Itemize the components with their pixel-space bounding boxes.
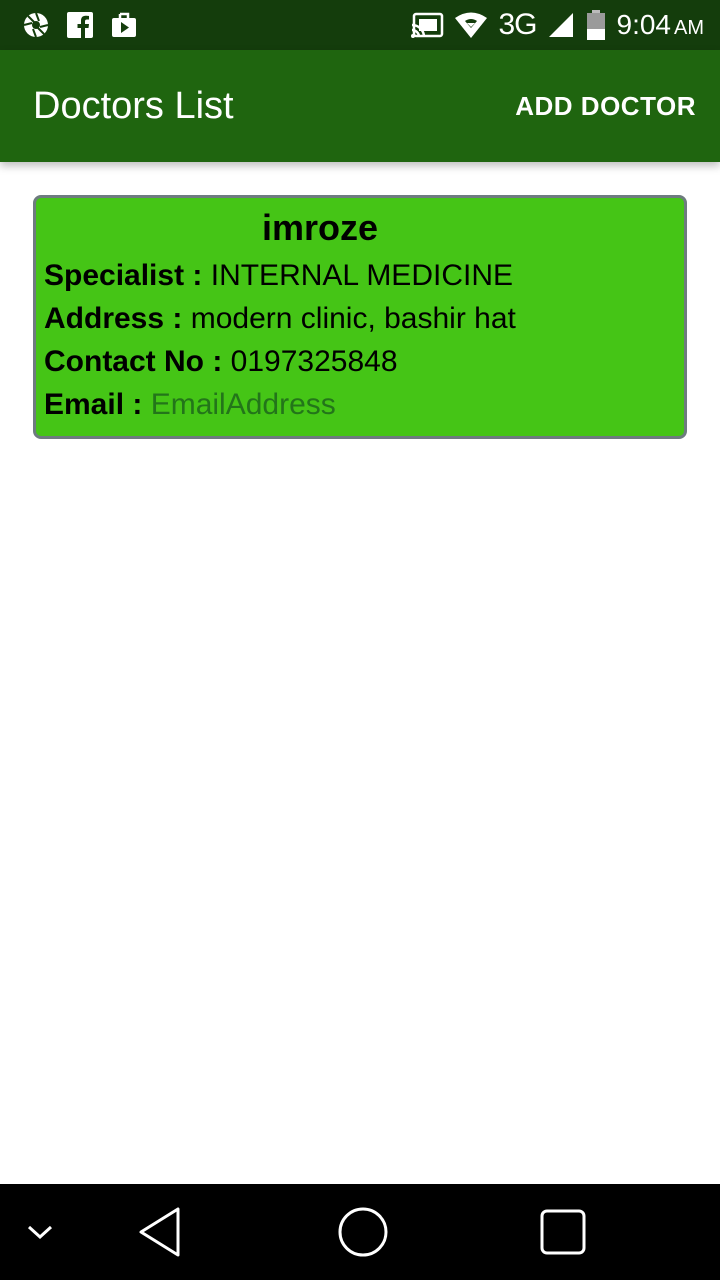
doctor-card[interactable]: imroze Specialist : INTERNAL MEDICINE Ad… — [33, 195, 687, 439]
address-row: Address : modern clinic, bashir hat — [44, 297, 676, 340]
contact-row: Contact No : 0197325848 — [44, 340, 676, 383]
shutter-icon — [22, 11, 50, 39]
add-doctor-button[interactable]: ADD DOCTOR — [515, 91, 720, 122]
contact-value: 0197325848 — [230, 344, 398, 378]
clock-time: 9:04 — [616, 9, 672, 40]
chevron-down-icon — [26, 1223, 54, 1241]
status-icons-right: 3G 9:04 AM — [410, 8, 720, 42]
app-bar: Doctors List ADD DOCTOR — [0, 50, 720, 162]
signal-icon — [547, 11, 575, 39]
clock-ampm: AM — [674, 17, 704, 39]
specialist-row: Specialist : INTERNAL MEDICINE — [44, 254, 676, 297]
specialist-value: INTERNAL MEDICINE — [210, 258, 513, 292]
facebook-icon — [66, 11, 94, 39]
home-button[interactable] — [333, 1184, 393, 1280]
specialist-label: Specialist : — [44, 258, 211, 292]
page-title: Doctors List — [33, 84, 234, 127]
clock: 9:04 AM — [617, 9, 705, 41]
email-value: EmailAddress — [150, 387, 336, 421]
network-type: 3G — [498, 8, 537, 41]
home-icon — [337, 1206, 389, 1258]
email-row: Email : EmailAddress — [44, 383, 676, 426]
address-label: Address : — [44, 301, 191, 335]
screen: 3G 9:04 AM Doctors List ADD DOCTOR imroze — [0, 0, 720, 1280]
back-icon — [137, 1206, 183, 1258]
battery-icon — [585, 10, 607, 40]
navigation-bar — [0, 1184, 720, 1280]
cast-icon — [410, 11, 444, 39]
recents-button[interactable] — [533, 1184, 593, 1280]
back-button[interactable] — [130, 1184, 190, 1280]
status-icons-left — [0, 11, 138, 39]
recents-icon — [539, 1208, 587, 1256]
contact-label: Contact No : — [44, 344, 231, 378]
play-store-icon — [110, 11, 138, 39]
status-bar: 3G 9:04 AM — [0, 0, 720, 50]
email-label: Email : — [44, 387, 151, 421]
hide-keyboard-button[interactable] — [14, 1184, 66, 1280]
doctor-name: imroze — [261, 207, 379, 248]
wifi-icon — [454, 11, 488, 39]
address-value: modern clinic, bashir hat — [190, 301, 516, 335]
